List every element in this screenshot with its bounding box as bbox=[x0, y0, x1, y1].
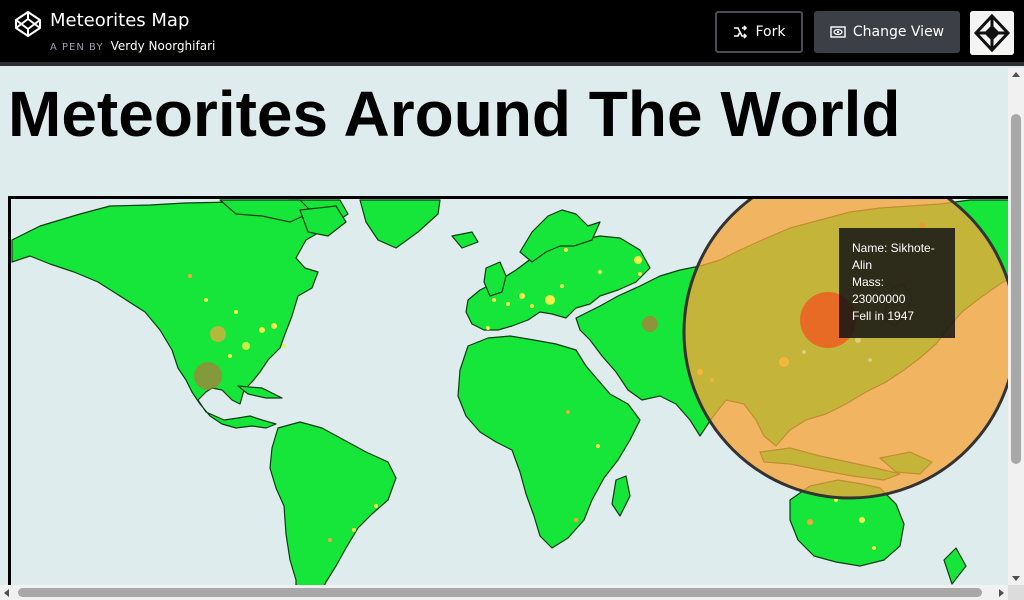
meteorite-marker bbox=[242, 342, 250, 350]
meteorite-marker bbox=[234, 310, 238, 314]
user-avatar[interactable] bbox=[970, 11, 1014, 55]
meteorite-marker bbox=[638, 272, 642, 276]
landmass-new-zealand bbox=[943, 547, 967, 585]
meteorite-marker bbox=[228, 354, 232, 358]
meteorite-marker bbox=[545, 295, 555, 305]
meteorite-marker bbox=[859, 517, 865, 523]
meteorite-marker bbox=[519, 293, 525, 299]
pen-byline: A PEN BY Verdy Noorghifari bbox=[50, 39, 215, 53]
meteorite-marker bbox=[282, 344, 286, 348]
tooltip-mass-value: 23000000 bbox=[852, 292, 906, 306]
meteorite-marker bbox=[188, 274, 192, 278]
meteorite-marker bbox=[194, 362, 222, 390]
tooltip-mass-label: Mass: bbox=[852, 275, 885, 289]
pen-title: Meteorites Map bbox=[50, 10, 190, 31]
meteorite-marker bbox=[596, 444, 600, 448]
horizontal-scrollbar[interactable] bbox=[0, 585, 1008, 600]
horizontal-scroll-thumb[interactable] bbox=[18, 588, 982, 597]
scroll-left-icon[interactable] bbox=[4, 589, 9, 597]
scroll-down-icon[interactable] bbox=[1012, 576, 1020, 581]
change-view-button[interactable]: Change View bbox=[814, 11, 960, 53]
author-link[interactable]: Verdy Noorghifari bbox=[111, 39, 216, 53]
landmass-greenland bbox=[359, 199, 441, 249]
meteorite-marker bbox=[634, 256, 642, 264]
meteorite-tooltip: Name: Sikhote-Alin Mass: 23000000 Fell i… bbox=[839, 228, 955, 338]
eye-icon bbox=[830, 26, 846, 38]
meteorite-marker bbox=[566, 410, 570, 414]
meteorite-marker bbox=[642, 316, 658, 332]
meteorite-marker bbox=[560, 284, 564, 288]
landmass-britain bbox=[483, 261, 507, 297]
landmass-south-america bbox=[269, 421, 397, 596]
codepen-logo-icon[interactable] bbox=[14, 10, 42, 38]
byline-prefix: A PEN BY bbox=[50, 42, 104, 53]
landmass-cuba bbox=[237, 385, 283, 399]
page-title: Meteorites Around The World bbox=[8, 78, 901, 150]
meteorite-marker bbox=[506, 302, 510, 306]
landmass-madagascar bbox=[611, 475, 631, 517]
fork-label: Fork bbox=[755, 24, 786, 40]
fork-icon bbox=[733, 25, 747, 39]
meteorite-marker bbox=[486, 326, 490, 330]
meteorite-marker bbox=[210, 326, 226, 342]
meteorite-marker bbox=[374, 504, 378, 508]
meteorite-marker bbox=[352, 528, 356, 532]
meteorite-marker bbox=[204, 298, 208, 302]
vertical-scroll-thumb[interactable] bbox=[1011, 114, 1021, 464]
meteorite-marker bbox=[564, 248, 568, 252]
codepen-header: Meteorites Map A PEN BY Verdy Noorghifar… bbox=[0, 0, 1024, 66]
avatar-image bbox=[970, 11, 1014, 55]
vertical-scrollbar[interactable] bbox=[1008, 68, 1024, 585]
meteorite-marker bbox=[807, 519, 813, 525]
tooltip-fell: Fell in 1947 bbox=[852, 309, 915, 323]
landmass-north-america bbox=[11, 199, 349, 429]
meteorite-marker bbox=[271, 323, 277, 329]
change-view-label: Change View bbox=[852, 24, 945, 40]
meteorite-marker bbox=[598, 270, 602, 274]
meteorite-marker bbox=[328, 538, 332, 542]
fork-button[interactable]: Fork bbox=[715, 11, 803, 53]
meteorite-marker bbox=[872, 546, 876, 550]
meteorite-marker bbox=[574, 518, 578, 522]
scroll-right-icon[interactable] bbox=[999, 589, 1004, 597]
scroll-up-icon[interactable] bbox=[1012, 72, 1020, 77]
meteorite-marker bbox=[492, 298, 496, 302]
tooltip-name: Name: Sikhote-Alin bbox=[852, 241, 935, 272]
landmass-iceland bbox=[451, 231, 479, 249]
meteorite-marker bbox=[259, 327, 265, 333]
scrollbar-corner bbox=[1008, 585, 1024, 600]
meteorite-marker bbox=[530, 304, 534, 308]
